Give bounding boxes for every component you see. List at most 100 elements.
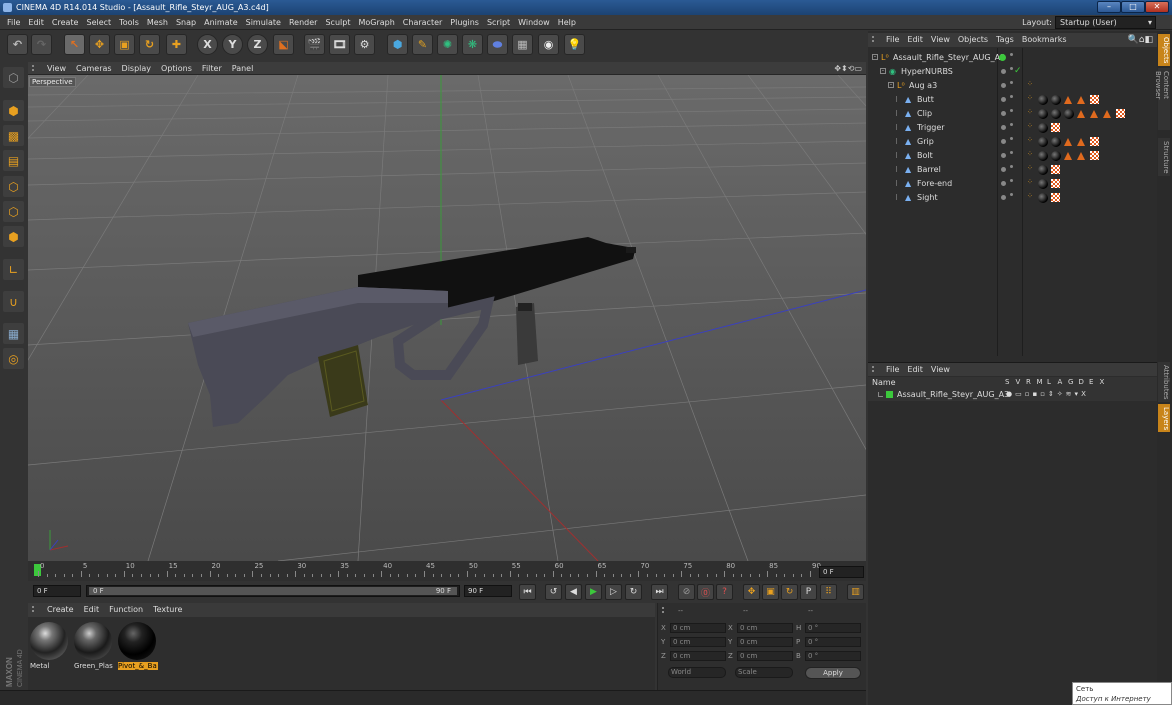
material-tag-icon[interactable] (1038, 165, 1048, 175)
edges-mode-icon[interactable]: ⬡ (3, 201, 24, 222)
layer-header-col[interactable]: L (1047, 378, 1051, 386)
menu-sculpt[interactable]: Sculpt (321, 15, 354, 30)
menu-help[interactable]: Help (554, 15, 580, 30)
model-mode-icon[interactable]: ⬢ (3, 100, 24, 121)
menu-select[interactable]: Select (82, 15, 115, 30)
editor-visibility-dot[interactable] (1001, 111, 1006, 116)
selection-tag-icon[interactable] (1077, 138, 1085, 146)
menu-file[interactable]: File (3, 15, 24, 30)
current-frame-field[interactable]: 0 F (819, 566, 864, 578)
layer-toggle-icons[interactable]: ●▭▫▪▫⇕✧≋▾X (1006, 390, 1089, 398)
object-name[interactable]: Butt (917, 93, 934, 107)
layer-name[interactable]: Assault_Rifle_Steyr_AUG_A3 (897, 390, 1009, 399)
layers-menu-file[interactable]: File (882, 363, 903, 376)
menu-plugins[interactable]: Plugins (446, 15, 483, 30)
layer-color-swatch[interactable] (999, 54, 1006, 61)
snap-magnet-icon[interactable]: ∪ (3, 291, 24, 312)
editor-visibility-dot[interactable] (1001, 195, 1006, 200)
editor-visibility-dot[interactable] (1001, 139, 1006, 144)
tree-collapse-icon[interactable]: - (872, 54, 878, 60)
floor-icon[interactable]: ▦ (512, 34, 533, 55)
render-visibility-dot[interactable] (1010, 53, 1013, 56)
material-green-plastic[interactable]: Green_Plas (74, 622, 114, 672)
close-button[interactable]: ✕ (1145, 1, 1169, 13)
render-settings-icon[interactable]: ⚙ (354, 34, 375, 55)
timeline-window-icon[interactable]: ▥ (847, 584, 864, 600)
material-tag-icon[interactable] (1051, 95, 1061, 105)
axis-mode-icon[interactable]: ∟ (3, 259, 24, 280)
viewport-menu-options[interactable]: Options (156, 62, 197, 75)
layer-header-col[interactable]: X (1100, 378, 1105, 386)
phong-tag-icon[interactable]: ⁘ (1027, 192, 1033, 200)
live-selection-icon[interactable]: ↖ (64, 34, 85, 55)
make-editable-icon[interactable]: ⬡ (3, 67, 24, 88)
render-visibility-dot[interactable] (1010, 123, 1013, 126)
tree-collapse-icon[interactable]: - (880, 68, 886, 74)
coord-value-field[interactable]: 0 cm (670, 637, 726, 647)
uvw-tag-icon[interactable] (1051, 193, 1060, 202)
uvw-tag-icon[interactable] (1051, 179, 1060, 188)
end-frame-field[interactable]: 90 F (464, 585, 512, 597)
menu-tools[interactable]: Tools (115, 15, 143, 30)
timeline-ruler[interactable]: 0 5 10 15 20 25 30 35 40 45 50 55 60 65 70 75 80 85 90 (28, 561, 866, 581)
key-position-icon[interactable]: ✥ (743, 584, 760, 600)
coord-value-field[interactable]: 0 cm (670, 651, 726, 661)
z-axis-icon[interactable]: Z (247, 34, 268, 55)
size-mode-dropdown[interactable]: Scale (735, 667, 793, 678)
search-home-icons[interactable]: 🔍⌂◧ (1128, 33, 1153, 47)
y-axis-icon[interactable]: Y (222, 34, 243, 55)
move-icon[interactable]: ✥ (89, 34, 110, 55)
material-tag-icon[interactable] (1038, 137, 1048, 147)
tab-content-browser[interactable]: Content Browser (1154, 68, 1170, 130)
autokey-icon[interactable]: ⓪ (697, 584, 714, 600)
selection-tag-icon[interactable] (1077, 152, 1085, 160)
key-rotation-icon[interactable]: ↻ (781, 584, 798, 600)
menu-window[interactable]: Window (514, 15, 554, 30)
editor-visibility-dot[interactable] (1001, 83, 1006, 88)
viewport-menu-view[interactable]: View (42, 62, 71, 75)
uvw-tag-icon[interactable] (1051, 123, 1060, 132)
render-visibility-dot[interactable] (1010, 179, 1013, 182)
material-menu-function[interactable]: Function (104, 603, 148, 617)
uvw-tag-icon[interactable] (1116, 109, 1125, 118)
layer-header-col[interactable]: R (1026, 378, 1031, 386)
points-mode-icon[interactable]: ⬡ (3, 176, 24, 197)
phong-tag-icon[interactable]: ⁘ (1027, 122, 1033, 130)
material-tag-icon[interactable] (1051, 109, 1061, 119)
material-metal[interactable]: Metal (30, 622, 70, 672)
material-menu-texture[interactable]: Texture (148, 603, 187, 617)
layer-header-col[interactable]: S (1005, 378, 1009, 386)
phong-tag-icon[interactable]: ⁘ (1027, 80, 1033, 88)
tab-layers[interactable]: Layers (1158, 404, 1170, 432)
phong-tag-icon[interactable]: ⁘ (1027, 164, 1033, 172)
layer-header-col[interactable]: V (1016, 378, 1021, 386)
texture-mode-icon[interactable]: ▩ (3, 125, 24, 146)
play-icon[interactable]: ▶ (585, 584, 602, 600)
key-parameter-icon[interactable]: P (800, 584, 817, 600)
viewport-menu-filter[interactable]: Filter (197, 62, 227, 75)
objects-menu-file[interactable]: File (882, 33, 903, 47)
coord-value-field[interactable]: 0 cm (737, 651, 793, 661)
selection-tag-icon[interactable] (1064, 96, 1072, 104)
menu-edit[interactable]: Edit (24, 15, 48, 30)
layer-header-col[interactable]: M (1037, 378, 1043, 386)
tree-collapse-icon[interactable]: - (888, 82, 894, 88)
subdivision-icon[interactable]: ✺ (437, 34, 458, 55)
material-menu-create[interactable]: Create (42, 603, 79, 617)
tab-objects[interactable]: Objects (1158, 34, 1170, 66)
keyframe-selection-icon[interactable]: ? (716, 584, 733, 600)
phong-tag-icon[interactable]: ⁘ (1027, 94, 1033, 102)
undo-icon[interactable]: ↶ (7, 34, 28, 55)
object-name[interactable]: Grip (917, 135, 934, 149)
layer-header-col[interactable]: E (1089, 378, 1093, 386)
scale-icon[interactable]: ▣ (114, 34, 135, 55)
object-name[interactable]: Barrel (917, 163, 941, 177)
key-pla-icon[interactable]: ⠿ (820, 584, 837, 600)
coordinate-mode-dropdown[interactable]: World (668, 667, 726, 678)
coord-value-field[interactable]: 0 ° (805, 637, 861, 647)
previous-key-icon[interactable]: ↺ (545, 584, 562, 600)
material-tag-icon[interactable] (1064, 109, 1074, 119)
workplane-icon[interactable]: ▤ (3, 150, 24, 171)
camera-icon[interactable]: ◉ (538, 34, 559, 55)
selection-tag-icon[interactable] (1064, 138, 1072, 146)
